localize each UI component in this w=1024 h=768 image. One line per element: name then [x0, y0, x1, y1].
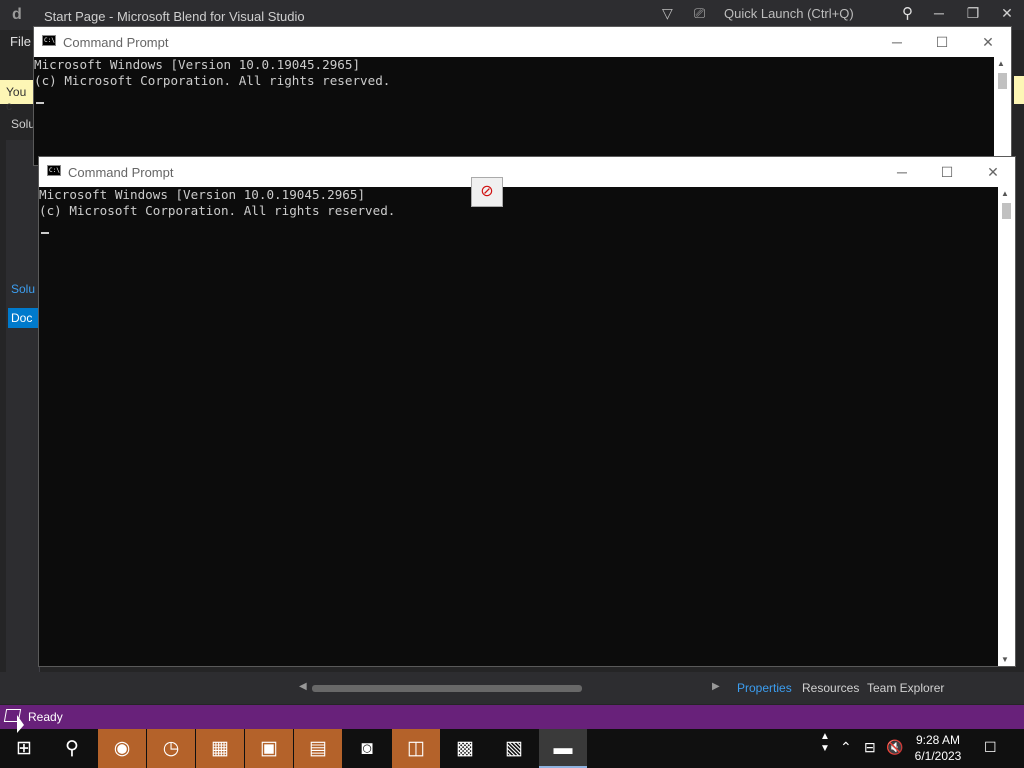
scroll-down-icon[interactable]: ▼: [1001, 655, 1009, 664]
cmd-icon: C:\: [42, 35, 56, 46]
clock-app-icon[interactable]: ◷: [147, 729, 195, 768]
tab-documents[interactable]: Doc: [8, 308, 40, 328]
cmd-taskbar-icon[interactable]: ▬: [539, 729, 587, 768]
search-button[interactable]: ⚲: [48, 729, 96, 768]
camera-icon[interactable]: ◙: [343, 729, 391, 768]
cmd-front-close-button[interactable]: ✕: [970, 161, 1016, 183]
tab-team-explorer[interactable]: Team Explorer: [867, 681, 944, 695]
clock-time: 9:28 AM: [915, 733, 961, 747]
cmd-window-back[interactable]: C:\ Command Prompt ─ ☐ ✕ Microsoft Windo…: [33, 26, 1012, 166]
cmd-front-maximize-button[interactable]: ☐: [924, 161, 970, 183]
cmd-back-line-1: Microsoft Windows [Version 10.0.19045.29…: [34, 57, 361, 72]
quick-launch-input[interactable]: Quick Launch (Ctrl+Q): [724, 6, 854, 21]
horizontal-scrollbar[interactable]: ◀ ▶: [296, 680, 726, 696]
filter-icon[interactable]: ▽: [662, 5, 673, 22]
taskbar-scroll-icon[interactable]: ▲ ▼: [820, 731, 830, 755]
network-icon[interactable]: ⊟: [864, 739, 876, 756]
mouse-cursor: [17, 715, 24, 733]
cmd-front-line-2: (c) Microsoft Corporation. All rights re…: [39, 203, 396, 218]
cmd-front-title: Command Prompt: [68, 165, 174, 180]
tab-properties[interactable]: Properties: [737, 681, 792, 695]
cmd-front-minimize-button[interactable]: ─: [879, 161, 925, 183]
cmd-back-close-button[interactable]: ✕: [965, 31, 1011, 53]
cmd-window-front[interactable]: C:\ Command Prompt ─ ☐ ✕ Microsoft Windo…: [38, 156, 1016, 667]
chevron-up-icon[interactable]: ⌃: [840, 739, 852, 756]
status-text: Ready: [28, 710, 63, 724]
tab-solution-explorer[interactable]: Solu: [11, 282, 35, 296]
scroll-up-icon[interactable]: ▲: [997, 59, 1005, 68]
blend-app-icon[interactable]: ▣: [245, 729, 293, 768]
solution-explorer-label: Solu: [11, 117, 36, 131]
status-bar: Ready: [0, 705, 1024, 729]
cmd-front-scrollbar[interactable]: ▲ ▼: [998, 187, 1015, 666]
cmd-back-title: Command Prompt: [63, 35, 169, 50]
scroll-thumb[interactable]: [312, 685, 582, 692]
cmd-back-output: Microsoft Windows [Version 10.0.19045.29…: [34, 57, 390, 89]
cmd-front-line-1: Microsoft Windows [Version 10.0.19045.29…: [39, 187, 366, 202]
feedback-icon[interactable]: ⎚: [694, 5, 705, 22]
cmd-front-scroll-thumb[interactable]: [1002, 203, 1011, 219]
scroll-up-icon[interactable]: ▲: [1001, 189, 1009, 198]
cmd-back-scroll-thumb[interactable]: [998, 73, 1007, 89]
start-button[interactable]: ⊞: [0, 729, 48, 768]
cmd-back-titlebar[interactable]: C:\ Command Prompt ─ ☐ ✕: [34, 27, 1011, 57]
taskbar: ⊞ ⚲ ◉ ◷ ▦ ▣ ▤ ◙ ◫ ▩ ▧ ▬ ▲ ▼ ⌃ ⊟ 🔇 9:28 AM…: [0, 729, 1024, 768]
blend-minimize-button[interactable]: ─: [924, 5, 954, 21]
cmd-front-cursor: [41, 232, 49, 234]
scroll-right-icon[interactable]: ▶: [712, 681, 720, 692]
calculator-icon[interactable]: ▤: [294, 729, 342, 768]
cmd-front-output: Microsoft Windows [Version 10.0.19045.29…: [39, 187, 395, 219]
taskbar-clock[interactable]: 9:28 AM 6/1/2023: [906, 732, 970, 764]
cmd-front-titlebar[interactable]: C:\ Command Prompt ─ ☐ ✕: [39, 157, 1015, 187]
calendar-icon[interactable]: ▦: [196, 729, 244, 768]
search-icon[interactable]: ⚲: [902, 4, 913, 22]
notification-icon[interactable]: ☐: [984, 739, 997, 756]
cmd-back-maximize-button[interactable]: ☐: [919, 31, 965, 53]
notice-bar-right: [1014, 76, 1024, 104]
blend-logo-icon: d: [12, 6, 22, 23]
volume-muted-icon[interactable]: 🔇: [886, 739, 903, 756]
scroll-left-icon[interactable]: ◀: [299, 681, 307, 692]
package-icon[interactable]: ▩: [441, 729, 489, 768]
solution-panel: [6, 140, 40, 700]
store-icon[interactable]: ◫: [392, 729, 440, 768]
cmd-icon: C:\: [47, 165, 61, 176]
edge-icon[interactable]: ◉: [98, 729, 146, 768]
blend-restore-button[interactable]: ❐: [958, 5, 988, 22]
clock-date: 6/1/2023: [914, 749, 962, 763]
no-entry-icon: ⊘: [471, 177, 503, 207]
cmd-back-scrollbar[interactable]: ▲: [994, 57, 1011, 165]
task-list-icon[interactable]: ▧: [490, 729, 538, 768]
cmd-back-line-2: (c) Microsoft Corporation. All rights re…: [34, 73, 391, 88]
menu-file[interactable]: File: [10, 34, 31, 49]
cmd-back-cursor: [36, 102, 44, 104]
blend-title: Start Page - Microsoft Blend for Visual …: [44, 9, 305, 24]
tab-resources[interactable]: Resources: [802, 681, 859, 695]
cmd-back-minimize-button[interactable]: ─: [874, 31, 920, 53]
blend-close-button[interactable]: ✕: [992, 5, 1022, 22]
